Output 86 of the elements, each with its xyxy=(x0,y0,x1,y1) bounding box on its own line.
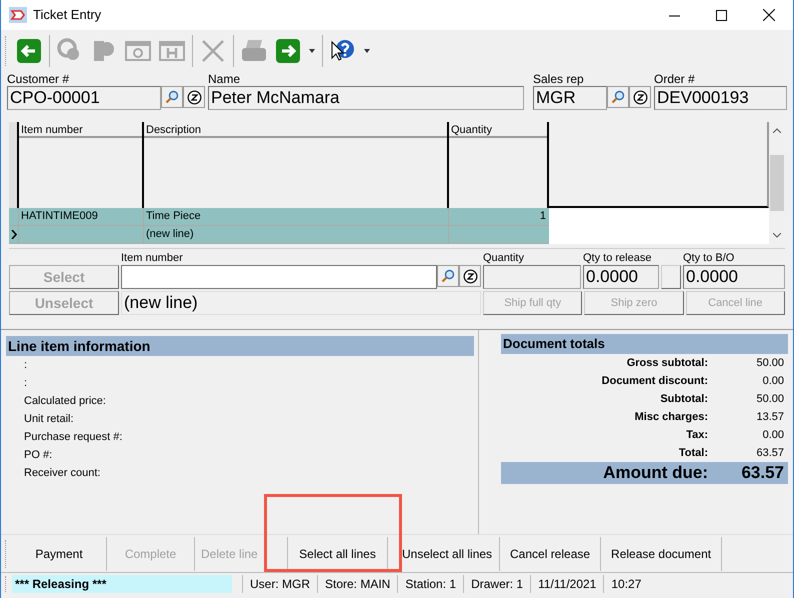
total-label: Misc charges: xyxy=(634,410,708,425)
search-icon xyxy=(611,90,625,104)
info-label: Receiver count: xyxy=(24,466,102,481)
z-circle-icon xyxy=(186,90,202,104)
action-button[interactable]: Unselect all lines xyxy=(388,536,500,570)
column-header[interactable]: Description xyxy=(144,122,447,138)
x-icon xyxy=(201,39,225,63)
info-label: Calculated price: xyxy=(24,394,107,409)
section-header: Document totals xyxy=(501,334,788,354)
total-value: 0.00 xyxy=(762,428,785,443)
info-label: : xyxy=(24,358,28,373)
app-icon xyxy=(9,7,27,23)
line-description: (new line) xyxy=(121,291,481,315)
table-cell: (new line) xyxy=(144,226,449,244)
field-label: Qty to B/O xyxy=(683,251,736,265)
info-label: : xyxy=(24,376,28,391)
scroll-up-icon[interactable] xyxy=(773,128,782,133)
field-label: Sales rep xyxy=(533,72,585,86)
status-text: Store: MAIN xyxy=(317,574,398,592)
table-cell: 1 xyxy=(449,208,549,226)
customer-field[interactable]: CPO-00001 xyxy=(7,86,161,110)
field-label: Name xyxy=(208,72,242,86)
total-label: Gross subtotal: xyxy=(626,356,708,371)
status-text: 11/11/2021 xyxy=(530,574,604,592)
amount-due-label: Amount due: xyxy=(602,462,708,484)
qty-release-field[interactable]: 0.0000 xyxy=(583,265,659,289)
lookup-button[interactable] xyxy=(607,86,629,108)
column-header[interactable]: Quantity xyxy=(449,122,547,138)
total-value: 50.00 xyxy=(755,356,785,371)
order-field[interactable]: DEV000193 xyxy=(654,86,787,110)
action-button[interactable]: Release document xyxy=(601,536,722,570)
lookup-button[interactable] xyxy=(161,86,183,108)
search-icon xyxy=(165,90,179,104)
info-label: PO #: xyxy=(24,448,54,463)
info-label: Unit retail: xyxy=(24,412,75,427)
action-button[interactable]: Select all lines xyxy=(288,536,388,570)
field-label: Item number xyxy=(121,251,184,265)
scroll-down-icon[interactable] xyxy=(773,233,782,238)
item-number-field[interactable] xyxy=(121,265,437,289)
name-field[interactable]: Peter McNamara xyxy=(208,86,524,110)
row-indicator[interactable] xyxy=(9,226,19,244)
window-title: Ticket Entry xyxy=(33,6,102,24)
total-value: 13.57 xyxy=(755,410,785,425)
field-label: Qty to release xyxy=(583,251,652,265)
total-value: 63.57 xyxy=(755,446,785,461)
field-label: Customer # xyxy=(7,72,70,86)
total-label: Tax: xyxy=(685,428,708,443)
spin-button[interactable] xyxy=(661,265,681,289)
total-label: Total: xyxy=(678,446,708,461)
clear-button[interactable] xyxy=(183,86,205,108)
lookup-button[interactable] xyxy=(437,265,459,287)
status-text: 10:27 xyxy=(603,574,648,592)
clear-button[interactable] xyxy=(459,265,481,287)
info-label: Purchase request #: xyxy=(24,430,124,445)
total-value: 50.00 xyxy=(755,392,785,407)
section-header: Line item information xyxy=(6,336,474,356)
total-label: Document discount: xyxy=(600,374,708,389)
action-button[interactable]: Cancel release xyxy=(500,536,602,570)
total-value: 0.00 xyxy=(762,374,785,389)
quantity-field[interactable] xyxy=(483,265,581,289)
action-button[interactable]: Payment xyxy=(12,536,107,570)
dropdown-caret-icon xyxy=(364,49,370,53)
maximize-icon[interactable] xyxy=(716,10,727,20)
status-text: *** Releasing *** xyxy=(12,574,232,592)
z-circle-icon xyxy=(462,268,478,284)
dropdown-caret-icon xyxy=(309,49,315,53)
sales-rep-field[interactable]: MGR xyxy=(533,86,607,110)
printer-icon xyxy=(240,39,268,63)
amount-due-value: 63.57 xyxy=(740,462,785,484)
clear-button[interactable] xyxy=(629,86,651,108)
status-text: User: MGR xyxy=(242,574,317,592)
table-cell: Time Piece xyxy=(144,208,449,226)
close-icon[interactable] xyxy=(763,9,775,21)
q-box-icon xyxy=(125,41,151,61)
table-cell: HATINTIME009 xyxy=(19,208,144,226)
status-text: Drawer: 1 xyxy=(463,574,530,592)
field-label: Order # xyxy=(654,72,696,86)
qty-bo-field[interactable]: 0.0000 xyxy=(683,265,785,289)
field-label: Quantity xyxy=(483,251,525,265)
current-row-icon xyxy=(10,230,16,239)
total-label: Subtotal: xyxy=(659,392,708,407)
z-circle-icon xyxy=(632,90,648,104)
h-box-icon xyxy=(159,41,185,61)
search-icon xyxy=(441,269,455,283)
column-header[interactable]: Item number xyxy=(19,122,142,138)
status-text: Station: 1 xyxy=(397,574,464,592)
